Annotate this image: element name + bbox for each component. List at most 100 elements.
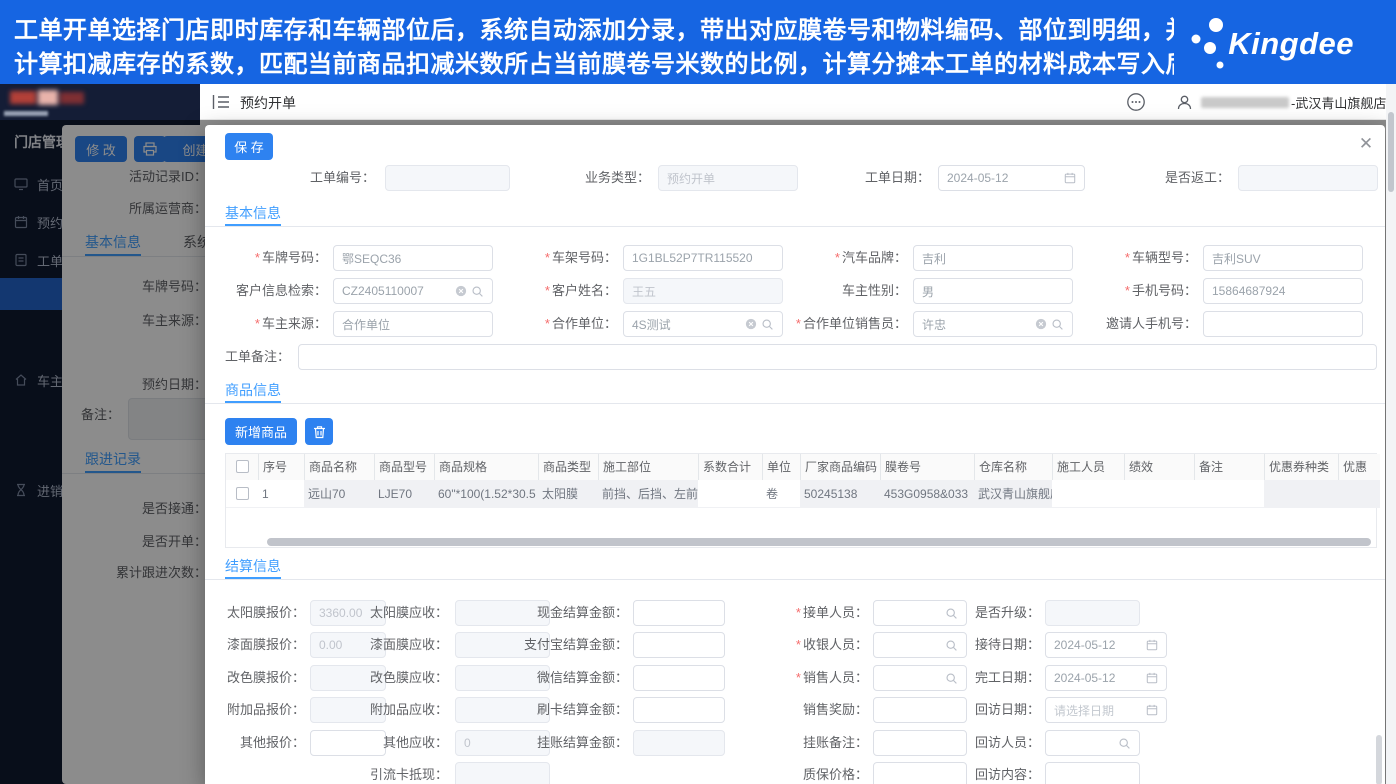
settlement-field-r0c4-label: 是否升级： [974,605,1040,620]
table-header-select [226,454,258,480]
kingdee-dots-icon [1191,18,1224,69]
basic-field-r0c3-input[interactable]: 吉利SUV [1203,245,1363,271]
settlement-field-r5c1-label: 引流卡抵现： [369,767,448,782]
collapse-menu-icon[interactable] [212,94,230,110]
order-remark-input[interactable] [298,344,1377,370]
basic-field-r1c1-label: * 客户姓名： [544,283,617,298]
settlement-field-r4c3-label: 挂账备注： [802,735,868,750]
settlement-field-r3c4-input[interactable]: 请选择日期 [1045,697,1167,723]
table-header-2: 商品名称 [304,454,374,480]
basic-field-r2c2-input[interactable]: 许忠 [913,311,1073,337]
settlement-field-r0c4-input[interactable] [1045,600,1140,626]
order-top-field-3-label: 是否返工： [1164,170,1230,185]
basic-field-r0c0-input[interactable]: 鄂SEQC36 [333,245,493,271]
basic-field-r0c2-input[interactable]: 吉利 [913,245,1073,271]
window-scrollbar[interactable] [1386,84,1396,784]
settlement-field-r4c2-input[interactable] [633,730,725,756]
clear-icon[interactable] [1035,318,1047,330]
basic-field-r2c1-input[interactable]: 4S测试 [623,311,783,337]
calendar-icon[interactable] [1146,639,1158,651]
table-row: 1 远山70 LJE70 60"*100(1.52*30.5 太阳膜 前挡、后挡、左前2 卷… [226,480,1380,508]
message-icon[interactable] [1126,92,1146,112]
search-icon[interactable] [471,285,484,298]
table-cell-r0c15 [1264,480,1338,508]
settlement-field-r3c2-label: 刷卡结算金额： [536,702,628,717]
basic-field-r1c3-input[interactable]: 15864687924 [1203,278,1363,304]
settlement-field-r1c2-input[interactable] [633,632,725,658]
basic-field-r2c1-label: * 合作单位： [544,316,617,331]
table-cell-r0c3: LJE70 [374,480,434,508]
settlement-field-r5c1-input[interactable] [455,762,550,784]
tab-settlement-info[interactable]: 结算信息 [225,556,281,576]
redacted-logo [10,89,88,107]
clear-icon[interactable] [455,285,467,297]
save-button[interactable]: 保 存 [225,133,273,160]
order-top-field-0-label: 工单编号： [309,170,375,185]
basic-field-r1c2-input[interactable]: 男 [913,278,1073,304]
table-header-11: 仓库名称 [974,454,1052,480]
kingdee-wordmark: Kingdee [1228,26,1354,61]
app-logo-area [0,84,200,120]
basic-field-r1c0-input[interactable]: CZ2405110007 [333,278,493,304]
table-header-10: 膜卷号 [880,454,974,480]
clear-icon[interactable] [745,318,757,330]
modal-scrollbar-thumb[interactable] [1376,735,1382,784]
banner-line1: 工单开单选择门店即时库存和车辆部位后，系统自动添加分录，带出对应膜卷号和物料编码… [14,17,1174,44]
basic-field-r1c3-label: * 手机号码： [1124,283,1197,298]
order-top-field-0-input[interactable] [385,165,510,191]
row-checkbox[interactable] [235,486,249,500]
table-cell-r0c11: 武汉青山旗舰店仓 [974,480,1052,508]
calendar-icon[interactable] [1146,704,1158,716]
order-top-field-2-label: 工单日期： [864,170,930,185]
settlement-field-r5c4-input[interactable] [1045,762,1140,784]
basic-field-r1c0-label: 客户信息检索： [235,283,327,298]
table-horizontal-scrollbar[interactable] [267,538,1371,546]
table-header-5: 商品类型 [538,454,598,480]
table-header-8: 单位 [762,454,800,480]
settlement-field-r1c4-input[interactable]: 2024-05-12 [1045,632,1167,658]
order-top-field-1-label: 业务类型： [584,170,650,185]
redacted-logo-subtext [4,111,48,116]
settlement-field-r0c3-label: * 接单人员： [795,605,868,620]
tab-product-info[interactable]: 商品信息 [225,380,281,400]
basic-field-r1c1-input[interactable]: 王五 [623,278,783,304]
search-icon[interactable] [761,318,774,331]
basic-field-r2c3-input[interactable] [1203,311,1363,337]
table-cell-r0c1: 1 [258,480,304,508]
calendar-icon[interactable] [1146,672,1158,684]
tab-basic-info[interactable]: 基本信息 [225,203,281,223]
settlement-field-r4c1-label: 其他应收： [382,735,448,750]
order-top-field-2-input[interactable]: 2024-05-12 [938,165,1085,191]
settlement-field-r2c2-input[interactable] [633,665,725,691]
delete-product-button[interactable] [305,418,333,445]
basic-field-r0c1-label: * 车架号码： [544,250,617,265]
table-cell-r0c8: 卷 [762,480,800,508]
banner-line2: 计算扣减库存的系数，匹配当前商品扣减米数所占当前膜卷号米数的比例，计算分摊本工单… [14,51,1174,78]
settlement-field-r4c0-label: 其他报价： [239,735,305,750]
settlement-field-r2c4-input[interactable]: 2024-05-12 [1045,665,1167,691]
settlement-field-r3c3-label: 销售奖励： [802,702,868,717]
order-top-field-1-input[interactable]: 预约开单 [658,165,798,191]
table-cell-r0c16 [1338,480,1380,508]
order-top-field-3-input[interactable] [1238,165,1378,191]
basic-field-r2c0-input[interactable]: 合作单位 [333,311,493,337]
user-account[interactable]: -武汉青山旗舰店 [1176,92,1386,112]
table-header-14: 备注 [1194,454,1264,480]
basic-field-r2c3-label: 邀请人手机号： [1105,316,1197,331]
settlement-field-r2c0-label: 改色膜报价： [226,670,305,685]
window-scrollbar-thumb[interactable] [1388,112,1394,192]
add-product-button[interactable]: 新增商品 [225,418,297,445]
settlement-field-r2c1-label: 改色膜应收： [369,670,448,685]
search-icon[interactable] [1118,737,1131,750]
table-header-9: 厂家商品编码 [800,454,880,480]
settlement-field-r3c2-input[interactable] [633,697,725,723]
close-icon[interactable]: ✕ [1355,133,1377,155]
settlement-field-r4c4-input[interactable] [1045,730,1140,756]
table-cell-r0c10: 453G0958&033 [880,480,974,508]
settlement-field-r0c2-input[interactable] [633,600,725,626]
search-icon[interactable] [1051,318,1064,331]
basic-field-r0c1-input[interactable]: 1G1BL52P7TR115520 [623,245,783,271]
calendar-icon[interactable] [1064,172,1076,184]
table-header-1: 序号 [258,454,304,480]
select-all-checkbox[interactable] [235,459,249,473]
